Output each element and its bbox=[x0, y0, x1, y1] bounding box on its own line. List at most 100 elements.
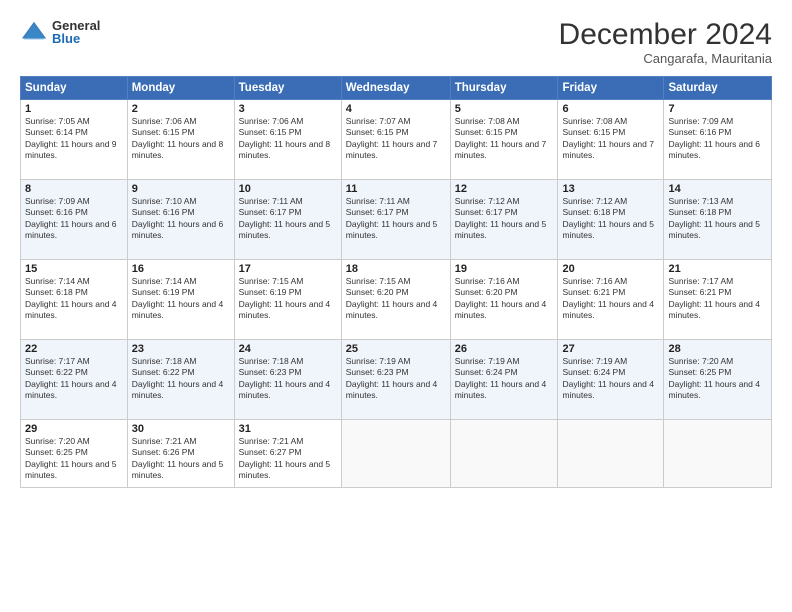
day-number: 10 bbox=[239, 183, 337, 195]
calendar-cell: 12 Sunrise: 7:12 AMSunset: 6:17 PMDaylig… bbox=[450, 180, 558, 260]
day-number: 11 bbox=[346, 183, 446, 195]
day-info: Sunrise: 7:09 AMSunset: 6:16 PMDaylight:… bbox=[668, 116, 760, 160]
calendar-header: Sunday Monday Tuesday Wednesday Thursday… bbox=[21, 77, 772, 100]
calendar-cell: 26 Sunrise: 7:19 AMSunset: 6:24 PMDaylig… bbox=[450, 340, 558, 420]
calendar-cell: 10 Sunrise: 7:11 AMSunset: 6:17 PMDaylig… bbox=[234, 180, 341, 260]
logo-icon bbox=[20, 18, 48, 46]
day-number: 14 bbox=[668, 183, 767, 195]
day-info: Sunrise: 7:17 AMSunset: 6:21 PMDaylight:… bbox=[668, 276, 760, 320]
day-info: Sunrise: 7:09 AMSunset: 6:16 PMDaylight:… bbox=[25, 196, 117, 240]
day-info: Sunrise: 7:16 AMSunset: 6:20 PMDaylight:… bbox=[455, 276, 547, 320]
day-info: Sunrise: 7:21 AMSunset: 6:26 PMDaylight:… bbox=[132, 436, 224, 480]
calendar-cell: 21 Sunrise: 7:17 AMSunset: 6:21 PMDaylig… bbox=[664, 260, 772, 340]
day-number: 16 bbox=[132, 263, 230, 275]
calendar-cell: 17 Sunrise: 7:15 AMSunset: 6:19 PMDaylig… bbox=[234, 260, 341, 340]
calendar-cell: 2 Sunrise: 7:06 AMSunset: 6:15 PMDayligh… bbox=[127, 100, 234, 180]
day-info: Sunrise: 7:08 AMSunset: 6:15 PMDaylight:… bbox=[562, 116, 654, 160]
day-number: 7 bbox=[668, 103, 767, 115]
day-info: Sunrise: 7:20 AMSunset: 6:25 PMDaylight:… bbox=[668, 356, 760, 400]
calendar-cell: 24 Sunrise: 7:18 AMSunset: 6:23 PMDaylig… bbox=[234, 340, 341, 420]
day-info: Sunrise: 7:19 AMSunset: 6:24 PMDaylight:… bbox=[562, 356, 654, 400]
day-info: Sunrise: 7:19 AMSunset: 6:23 PMDaylight:… bbox=[346, 356, 438, 400]
day-info: Sunrise: 7:21 AMSunset: 6:27 PMDaylight:… bbox=[239, 436, 331, 480]
day-number: 21 bbox=[668, 263, 767, 275]
calendar-cell: 3 Sunrise: 7:06 AMSunset: 6:15 PMDayligh… bbox=[234, 100, 341, 180]
day-info: Sunrise: 7:14 AMSunset: 6:19 PMDaylight:… bbox=[132, 276, 224, 320]
calendar-cell: 31 Sunrise: 7:21 AMSunset: 6:27 PMDaylig… bbox=[234, 420, 341, 488]
day-number: 29 bbox=[25, 423, 123, 435]
day-number: 31 bbox=[239, 423, 337, 435]
day-number: 15 bbox=[25, 263, 123, 275]
day-number: 12 bbox=[455, 183, 554, 195]
calendar-cell: 25 Sunrise: 7:19 AMSunset: 6:23 PMDaylig… bbox=[341, 340, 450, 420]
day-number: 22 bbox=[25, 343, 123, 355]
header-saturday: Saturday bbox=[664, 77, 772, 100]
day-number: 9 bbox=[132, 183, 230, 195]
header-monday: Monday bbox=[127, 77, 234, 100]
calendar-cell: 23 Sunrise: 7:18 AMSunset: 6:22 PMDaylig… bbox=[127, 340, 234, 420]
day-number: 2 bbox=[132, 103, 230, 115]
calendar-cell: 20 Sunrise: 7:16 AMSunset: 6:21 PMDaylig… bbox=[558, 260, 664, 340]
day-info: Sunrise: 7:18 AMSunset: 6:23 PMDaylight:… bbox=[239, 356, 331, 400]
day-number: 1 bbox=[25, 103, 123, 115]
calendar-cell: 6 Sunrise: 7:08 AMSunset: 6:15 PMDayligh… bbox=[558, 100, 664, 180]
day-number: 6 bbox=[562, 103, 659, 115]
calendar-table: Sunday Monday Tuesday Wednesday Thursday… bbox=[20, 76, 772, 488]
day-info: Sunrise: 7:19 AMSunset: 6:24 PMDaylight:… bbox=[455, 356, 547, 400]
calendar-cell: 15 Sunrise: 7:14 AMSunset: 6:18 PMDaylig… bbox=[21, 260, 128, 340]
calendar-cell: 30 Sunrise: 7:21 AMSunset: 6:26 PMDaylig… bbox=[127, 420, 234, 488]
day-info: Sunrise: 7:12 AMSunset: 6:18 PMDaylight:… bbox=[562, 196, 654, 240]
calendar-cell: 8 Sunrise: 7:09 AMSunset: 6:16 PMDayligh… bbox=[21, 180, 128, 260]
day-number: 24 bbox=[239, 343, 337, 355]
day-number: 30 bbox=[132, 423, 230, 435]
day-number: 17 bbox=[239, 263, 337, 275]
page: General Blue December 2024 Cangarafa, Ma… bbox=[0, 0, 792, 612]
day-info: Sunrise: 7:10 AMSunset: 6:16 PMDaylight:… bbox=[132, 196, 224, 240]
calendar-cell bbox=[450, 420, 558, 488]
day-number: 23 bbox=[132, 343, 230, 355]
header-thursday: Thursday bbox=[450, 77, 558, 100]
day-info: Sunrise: 7:07 AMSunset: 6:15 PMDaylight:… bbox=[346, 116, 438, 160]
day-info: Sunrise: 7:15 AMSunset: 6:19 PMDaylight:… bbox=[239, 276, 331, 320]
logo-text: General Blue bbox=[52, 19, 100, 45]
day-info: Sunrise: 7:16 AMSunset: 6:21 PMDaylight:… bbox=[562, 276, 654, 320]
calendar-cell bbox=[664, 420, 772, 488]
calendar-cell: 28 Sunrise: 7:20 AMSunset: 6:25 PMDaylig… bbox=[664, 340, 772, 420]
calendar-cell: 19 Sunrise: 7:16 AMSunset: 6:20 PMDaylig… bbox=[450, 260, 558, 340]
day-number: 3 bbox=[239, 103, 337, 115]
day-number: 27 bbox=[562, 343, 659, 355]
calendar-cell: 16 Sunrise: 7:14 AMSunset: 6:19 PMDaylig… bbox=[127, 260, 234, 340]
calendar-body: 1 Sunrise: 7:05 AMSunset: 6:14 PMDayligh… bbox=[21, 100, 772, 488]
calendar-cell: 14 Sunrise: 7:13 AMSunset: 6:18 PMDaylig… bbox=[664, 180, 772, 260]
day-number: 28 bbox=[668, 343, 767, 355]
day-number: 4 bbox=[346, 103, 446, 115]
day-number: 13 bbox=[562, 183, 659, 195]
logo-blue: Blue bbox=[52, 32, 100, 45]
day-number: 8 bbox=[25, 183, 123, 195]
header-tuesday: Tuesday bbox=[234, 77, 341, 100]
header-row: Sunday Monday Tuesday Wednesday Thursday… bbox=[21, 77, 772, 100]
subtitle: Cangarafa, Mauritania bbox=[559, 51, 772, 66]
logo: General Blue bbox=[20, 18, 100, 46]
day-info: Sunrise: 7:14 AMSunset: 6:18 PMDaylight:… bbox=[25, 276, 117, 320]
header-friday: Friday bbox=[558, 77, 664, 100]
day-number: 5 bbox=[455, 103, 554, 115]
day-number: 20 bbox=[562, 263, 659, 275]
calendar-cell: 13 Sunrise: 7:12 AMSunset: 6:18 PMDaylig… bbox=[558, 180, 664, 260]
calendar-cell: 5 Sunrise: 7:08 AMSunset: 6:15 PMDayligh… bbox=[450, 100, 558, 180]
main-title: December 2024 bbox=[559, 18, 772, 51]
day-info: Sunrise: 7:08 AMSunset: 6:15 PMDaylight:… bbox=[455, 116, 547, 160]
day-info: Sunrise: 7:13 AMSunset: 6:18 PMDaylight:… bbox=[668, 196, 760, 240]
day-info: Sunrise: 7:18 AMSunset: 6:22 PMDaylight:… bbox=[132, 356, 224, 400]
calendar-cell: 7 Sunrise: 7:09 AMSunset: 6:16 PMDayligh… bbox=[664, 100, 772, 180]
header-sunday: Sunday bbox=[21, 77, 128, 100]
day-number: 26 bbox=[455, 343, 554, 355]
calendar-cell: 29 Sunrise: 7:20 AMSunset: 6:25 PMDaylig… bbox=[21, 420, 128, 488]
calendar-cell bbox=[341, 420, 450, 488]
day-info: Sunrise: 7:05 AMSunset: 6:14 PMDaylight:… bbox=[25, 116, 117, 160]
day-info: Sunrise: 7:17 AMSunset: 6:22 PMDaylight:… bbox=[25, 356, 117, 400]
calendar-cell: 4 Sunrise: 7:07 AMSunset: 6:15 PMDayligh… bbox=[341, 100, 450, 180]
calendar-cell: 9 Sunrise: 7:10 AMSunset: 6:16 PMDayligh… bbox=[127, 180, 234, 260]
day-number: 19 bbox=[455, 263, 554, 275]
day-info: Sunrise: 7:11 AMSunset: 6:17 PMDaylight:… bbox=[239, 196, 331, 240]
